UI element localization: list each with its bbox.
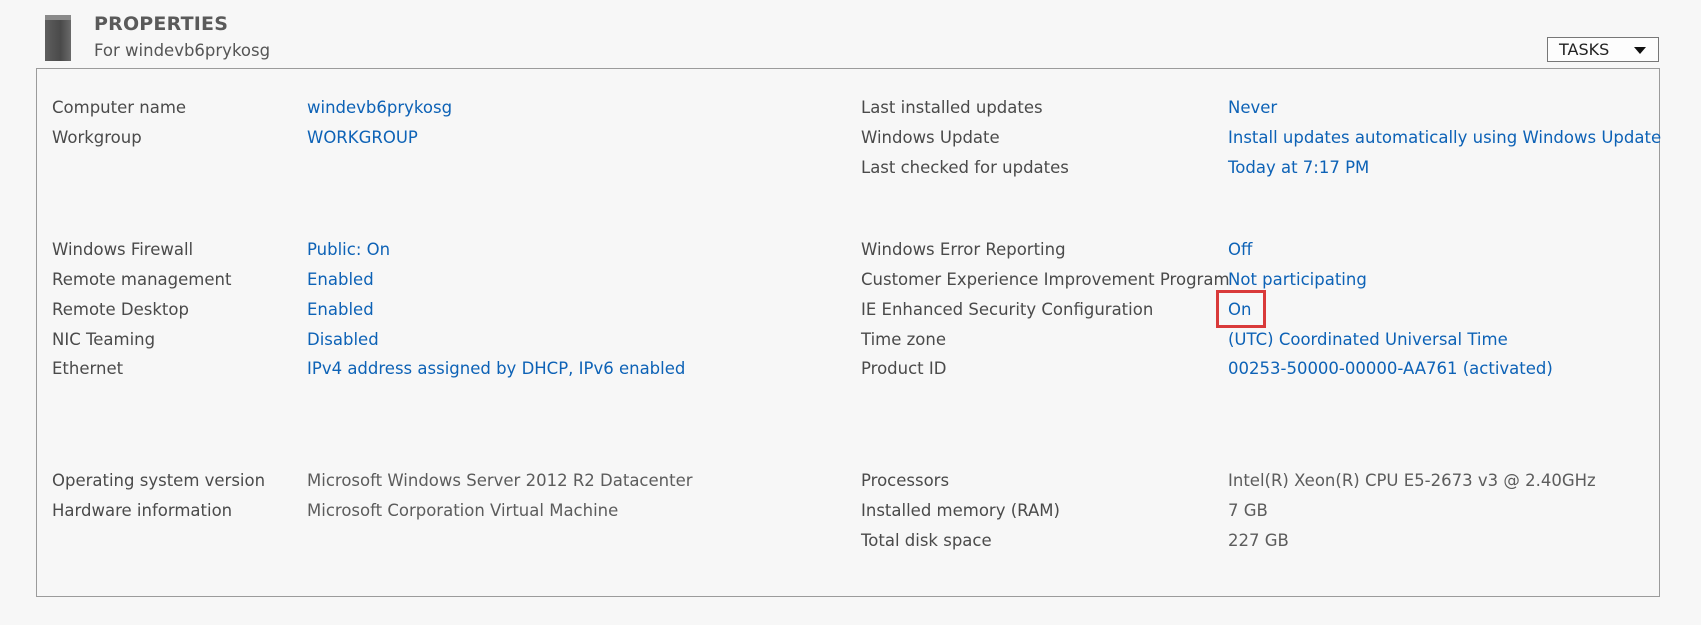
ram-label: Installed memory (RAM) (861, 501, 1060, 520)
computer-name-link[interactable]: windevb6prykosg (307, 96, 452, 120)
last-checked-link[interactable]: Today at 7:17 PM (1228, 156, 1369, 180)
last-checked-label: Last checked for updates (861, 158, 1069, 177)
server-icon (45, 15, 71, 61)
remote-desktop-label: Remote Desktop (52, 300, 189, 319)
ceip-link[interactable]: Not participating (1228, 268, 1367, 292)
processors-value: Intel(R) Xeon(R) CPU E5-2673 v3 @ 2.40GH… (1228, 471, 1596, 490)
disk-space-label: Total disk space (861, 531, 992, 550)
hardware-info-value: Microsoft Corporation Virtual Machine (307, 501, 619, 520)
nic-teaming-label: NIC Teaming (52, 330, 156, 349)
windows-update-link[interactable]: Install updates automatically using Wind… (1228, 126, 1661, 150)
windows-firewall-label: Windows Firewall (52, 240, 194, 259)
nic-teaming-link[interactable]: Disabled (307, 328, 379, 352)
remote-management-link[interactable]: Enabled (307, 268, 374, 292)
os-version-value: Microsoft Windows Server 2012 R2 Datacen… (307, 471, 693, 490)
tasks-dropdown-button[interactable]: TASKS (1547, 37, 1659, 62)
ie-esc-label: IE Enhanced Security Configuration (861, 300, 1154, 319)
last-installed-updates-label: Last installed updates (861, 98, 1043, 117)
workgroup-label: Workgroup (52, 128, 142, 147)
last-installed-updates-link[interactable]: Never (1228, 96, 1277, 120)
product-id-label: Product ID (861, 359, 947, 378)
windows-update-label: Windows Update (861, 128, 1000, 147)
remote-management-label: Remote management (52, 270, 232, 289)
os-version-label: Operating system version (52, 471, 266, 490)
tasks-label: TASKS (1559, 40, 1610, 59)
error-reporting-label: Windows Error Reporting (861, 240, 1066, 259)
processors-label: Processors (861, 471, 950, 490)
workgroup-link[interactable]: WORKGROUP (307, 126, 418, 150)
windows-firewall-link[interactable]: Public: On (307, 238, 390, 262)
highlight-box (1216, 290, 1266, 328)
computer-name-label: Computer name (52, 98, 187, 117)
error-reporting-link[interactable]: Off (1228, 238, 1252, 262)
ethernet-label: Ethernet (52, 359, 124, 378)
page-title: PROPERTIES (94, 13, 229, 35)
chevron-down-icon (1634, 47, 1646, 54)
remote-desktop-link[interactable]: Enabled (307, 298, 374, 322)
disk-space-value: 227 GB (1228, 531, 1289, 550)
time-zone-link[interactable]: (UTC) Coordinated Universal Time (1228, 328, 1508, 352)
ram-value: 7 GB (1228, 501, 1268, 520)
product-id-link[interactable]: 00253-50000-00000-AA761 (activated) (1228, 357, 1553, 381)
hardware-info-label: Hardware information (52, 501, 233, 520)
page-subtitle: For windevb6prykosg (94, 41, 271, 60)
ethernet-link[interactable]: IPv4 address assigned by DHCP, IPv6 enab… (307, 357, 685, 381)
time-zone-label: Time zone (861, 330, 946, 349)
ceip-label: Customer Experience Improvement Program (861, 270, 1230, 289)
